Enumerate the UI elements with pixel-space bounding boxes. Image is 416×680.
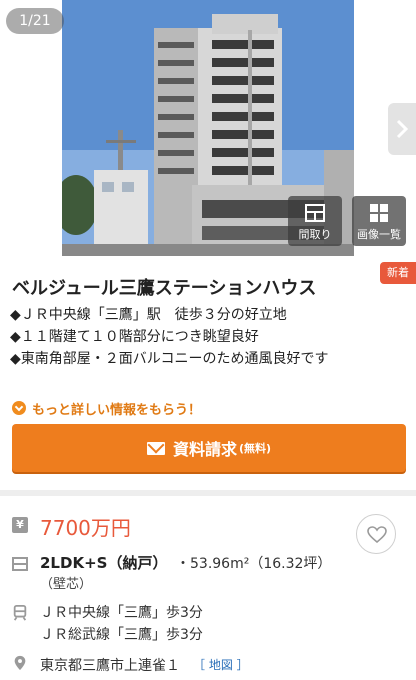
favorite-button[interactable] [356,514,396,554]
feature-item: ◆東南角部屋・２面バルコニーのため通風良好です [10,351,329,367]
train-icon [13,605,27,621]
access-line: ＪＲ総武線「三鷹」歩3分 [40,627,203,643]
feature-item: ◆１１階建て１０階部分につき眺望良好 [10,329,259,345]
mail-icon [146,441,165,455]
access-line: ＪＲ中央線「三鷹」歩3分 [40,605,203,621]
arrow-down-circle-icon [12,401,26,415]
request-info-button[interactable]: 資料請求 (無料) [12,424,406,472]
property-title: ベルジュール三鷹ステーションハウス [12,278,317,299]
gallery-list-label: 画像一覧 [357,228,401,241]
floorplan-label: 間取り [298,228,332,241]
floorplan-button[interactable]: 間取り [288,196,342,246]
floorplan-icon [305,204,325,222]
photo-counter: 1/21 [6,8,64,34]
gallery-list-button[interactable]: 画像一覧 [352,196,406,246]
chevron-right-icon [396,119,409,139]
floorplan-icon [12,557,28,571]
map-pin-icon [14,655,26,671]
yen-icon: ¥ [12,517,28,533]
grid-icon [370,204,388,222]
request-info-label: 資料請求 [172,440,237,459]
area-measure-note: （壁芯） [40,577,93,592]
next-photo-button[interactable] [388,103,416,155]
photo-gallery[interactable]: 1/21 間取り 画像一覧 [0,0,416,256]
price: 7700万円 [40,516,131,540]
request-info-free-label: (無料) [238,442,272,455]
floor-layout: 2LDK+S（納戸） [40,554,168,572]
map-link[interactable]: ［ 地図 ］ [193,656,249,673]
floor-area: ・53.96m²（16.32坪） [176,556,332,572]
feature-item: ◆ＪＲ中央線「三鷹」駅 徒歩３分の好立地 [10,307,287,323]
heart-icon [367,526,387,544]
more-info-link[interactable]: もっと詳しい情報をもらう！ [12,398,201,418]
section-divider [0,490,416,496]
new-badge: 新着 [380,262,416,284]
more-info-label: もっと詳しい情報をもらう！ [32,402,202,418]
feature-list: ◆ＪＲ中央線「三鷹」駅 徒歩３分の好立地 ◆１１階建て１０階部分につき眺望良好 … [10,304,329,370]
address: 東京都三鷹市上連雀１ [40,658,180,674]
